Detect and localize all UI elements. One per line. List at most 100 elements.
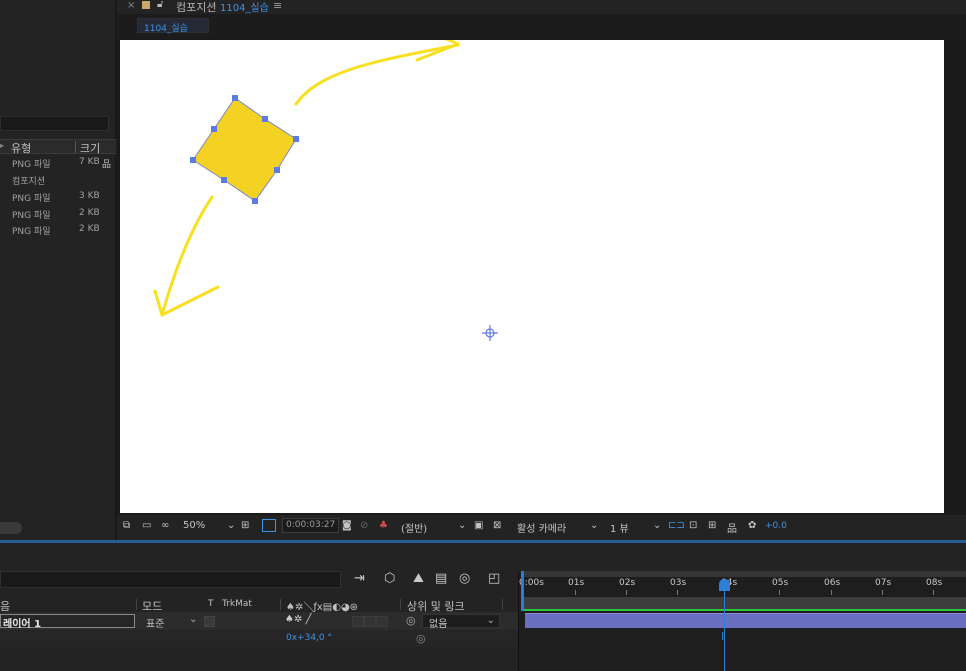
chevron-down-icon[interactable]: ⌄	[590, 520, 598, 531]
project-panel: ▸ 유형 크기 PNG 파일 7 KB 品 컴포지션 PNG 파일 3 KB P…	[0, 0, 116, 540]
chevron-down-icon[interactable]: ⌄	[458, 520, 466, 531]
project-scrollbar[interactable]	[0, 522, 22, 534]
item-type: 컴포지션	[12, 177, 46, 187]
layer-name[interactable]: 레이어 1	[0, 614, 135, 630]
project-item-row[interactable]: PNG 파일 7 KB 品	[0, 155, 116, 171]
ruler-tick	[831, 590, 832, 595]
work-area-bar[interactable]	[524, 597, 966, 609]
keyframe-marker-icon[interactable]: I	[721, 630, 724, 643]
chevron-down-icon[interactable]: ⌄	[189, 614, 197, 625]
item-size: 3 KB	[79, 191, 100, 201]
color-channels-icon[interactable]: ♣	[379, 520, 388, 531]
shy-layers-icon[interactable]: ⛰	[413, 571, 424, 586]
camera-select[interactable]: 활성 카메라	[517, 520, 566, 535]
pick-whip-icon[interactable]: ◎	[416, 632, 426, 645]
item-type: PNG 파일	[12, 227, 51, 237]
composition-navigator: 1104_실습	[117, 14, 966, 39]
time-navigator[interactable]	[522, 571, 966, 577]
sort-arrow-icon[interactable]: ▸	[0, 141, 4, 150]
timeline-layer-row[interactable]: 레이어 1 표준 ⌄ ♠✲ ╱ ◎ 없음 ⌄	[0, 612, 518, 630]
reset-exposure-icon[interactable]: ✿	[748, 520, 756, 531]
parent-select[interactable]: 없음 ⌄	[422, 614, 500, 630]
lock-icon[interactable]: 🔓︎	[157, 0, 163, 10]
timeline-icon[interactable]: ⊞	[708, 520, 716, 531]
rotation-value[interactable]: 0x+34,0 °	[286, 633, 332, 643]
composition-subtab[interactable]: 1104_실습	[137, 18, 209, 34]
project-column-headers: ▸ 유형 크기	[0, 139, 116, 156]
region-of-interest-icon[interactable]	[262, 519, 276, 532]
always-preview-icon[interactable]: ⧉	[123, 520, 130, 531]
switch-box[interactable]	[376, 616, 388, 627]
viewer-area[interactable]	[117, 39, 966, 515]
arrow-bottom-left	[160, 195, 214, 317]
item-size: 2 KB	[79, 224, 100, 234]
column-header-type[interactable]: 유형	[11, 140, 31, 156]
ruler-label: 01s	[568, 578, 585, 588]
switch-box[interactable]	[352, 616, 364, 627]
fast-preview-options-icon[interactable]: ⊡	[689, 520, 697, 531]
timeline-search-input[interactable]	[0, 571, 341, 588]
flowchart-icon[interactable]: 品	[102, 157, 111, 170]
column-header-size[interactable]: 크기	[80, 140, 100, 156]
motion-blur-icon[interactable]: ◎	[459, 571, 470, 586]
panel-menu-icon[interactable]: ≡	[273, 0, 282, 12]
monitor-icon[interactable]: ▭	[142, 520, 151, 531]
item-size: 2 KB	[79, 208, 100, 218]
pick-whip-icon[interactable]: ◎	[406, 614, 416, 627]
chevron-down-icon[interactable]: ⌄	[653, 520, 661, 531]
close-icon[interactable]: ×	[127, 0, 135, 11]
graph-editor-icon[interactable]: ◰	[488, 571, 500, 586]
column-divider	[136, 599, 137, 610]
composition-tab[interactable]: × 🔓︎ 컴포지션 1104_실습 ≡	[117, 0, 966, 14]
fast-preview-icon[interactable]: ▣	[474, 520, 483, 531]
frame-blending-icon[interactable]: ▤	[435, 571, 447, 586]
zoom-select[interactable]: 50%	[183, 520, 205, 531]
switches-header-icons[interactable]: ♠✲＼ƒx▤◐◕⊛	[286, 598, 358, 613]
resolution-select[interactable]: (절반)	[401, 520, 427, 535]
composition-canvas[interactable]	[120, 40, 944, 513]
switch-box[interactable]	[364, 616, 376, 627]
ruler-label: 02s	[619, 578, 636, 588]
column-t[interactable]: T	[208, 599, 214, 609]
column-trkmat[interactable]: TrkMat	[222, 599, 252, 609]
ruler-label: 05s	[772, 578, 789, 588]
item-size: 7 KB	[79, 157, 100, 167]
time-graph[interactable]: 0:00s 01s 02s 03s 04s 05s 06s 07s 08s I	[518, 571, 966, 671]
yellow-shape	[192, 97, 297, 202]
layer-mode-select[interactable]: 표준	[146, 615, 164, 630]
ruler-tick	[933, 590, 934, 595]
camera-icon[interactable]: ◙	[342, 520, 352, 531]
views-select[interactable]: 1 뷰	[610, 520, 629, 535]
timecode-field[interactable]: 0:00:03:27	[282, 518, 340, 533]
ruler-label: 07s	[875, 578, 892, 588]
draft-3d-icon[interactable]: ⬡	[384, 571, 395, 586]
comp-mini-flowchart-icon[interactable]: ⇥	[354, 571, 365, 586]
timeline-property-row[interactable]: 0x+34,0 ° ◎	[0, 630, 518, 647]
composition-tab-label: 컴포지션 1104_실습	[176, 0, 269, 15]
ruler-tick	[575, 590, 576, 595]
chevron-down-icon[interactable]: ⌄	[227, 520, 235, 531]
render-status-bar	[524, 609, 966, 611]
project-search-input[interactable]	[0, 116, 109, 131]
flowchart-icon[interactable]: 品	[727, 520, 737, 535]
project-item-row[interactable]: PNG 파일 2 KB	[0, 206, 116, 222]
transparency-grid-icon[interactable]: ⊠	[493, 520, 501, 531]
viewer-toolbar: ⧉ ▭ ∞ 50% ⌄ ⊞ 0:00:03:27 ◙ ⊘ ♣ (절반) ⌄ ▣ …	[117, 515, 966, 537]
current-time-indicator-head[interactable]	[719, 579, 730, 591]
current-time-indicator[interactable]	[724, 585, 725, 671]
tab-comp-name: 1104_실습	[219, 3, 269, 14]
project-item-row[interactable]: PNG 파일 3 KB	[0, 189, 116, 205]
work-area-start-marker[interactable]	[521, 571, 524, 611]
grid-guide-icon[interactable]: ⊞	[241, 520, 249, 531]
composition-color-swatch	[142, 1, 150, 9]
show-snapshot-icon[interactable]: ⊘	[360, 520, 368, 531]
toggle-pixel-aspect-icon[interactable]: ⊏⊐	[668, 520, 685, 531]
layer-duration-bar[interactable]	[525, 613, 966, 628]
mask-view-icon[interactable]: ∞	[161, 520, 169, 531]
column-divider	[75, 141, 76, 153]
layer-switches[interactable]: ♠✲ ╱	[285, 614, 312, 625]
project-item-row[interactable]: 컴포지션	[0, 172, 116, 188]
project-item-row[interactable]: PNG 파일 2 KB	[0, 222, 116, 238]
exposure-value[interactable]: +0.0	[765, 521, 787, 531]
trkmat-toggle[interactable]	[204, 616, 215, 627]
